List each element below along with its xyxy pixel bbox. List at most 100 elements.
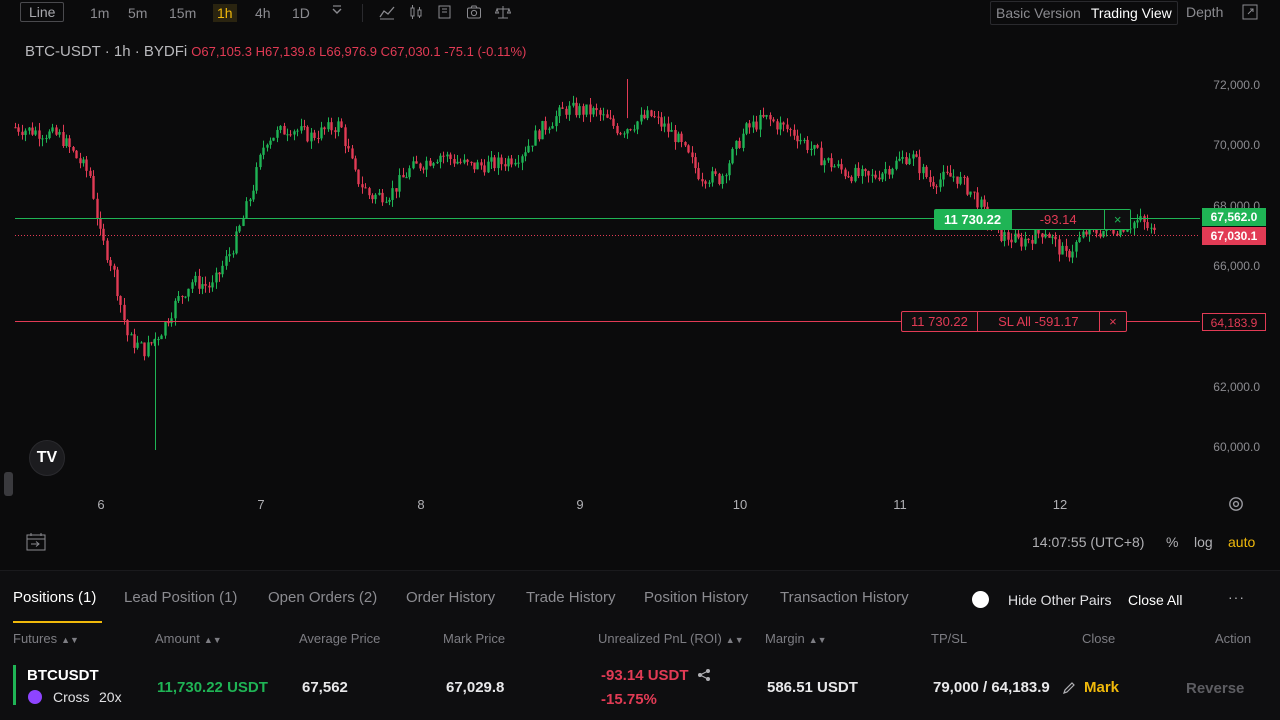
candle-body [398,175,401,192]
column-header: Mark Price [443,631,506,646]
candle-body [555,116,558,127]
close-mark-button[interactable]: Mark [1084,679,1119,696]
candle-body [697,168,700,180]
candle-body [75,150,78,159]
date-range-icon[interactable] [25,532,47,552]
leverage[interactable]: 20x [99,689,122,705]
candle-body [164,321,167,336]
candle-body [476,162,479,170]
tab-open-orders[interactable]: Open Orders (2) [268,589,377,606]
candle-body [385,201,388,203]
candle-body [578,106,581,116]
candle-body [28,127,31,131]
candle-body [92,175,95,199]
candle-body [1014,233,1017,243]
candle-body [55,127,58,135]
candle-body [772,119,775,122]
time-axis-label: 6 [97,497,104,512]
position-symbol[interactable]: BTCUSDT [27,667,99,684]
chart-type-button[interactable]: Line [20,2,65,22]
candle-body [79,158,82,164]
reverse-button[interactable]: Reverse [1186,680,1244,697]
timeframe-5m[interactable]: 5m [124,4,151,22]
entry-price-tag: 67,562.0 [1202,208,1266,226]
candle-body [565,108,568,115]
candle-body [793,129,796,136]
tab-order-history[interactable]: Order History [406,589,495,606]
column-header[interactable]: Futures ▲▼ [13,631,79,646]
candle-body [14,127,17,129]
candle-body [837,164,840,167]
candle-body [935,186,938,188]
timeframe-1d[interactable]: 1D [288,4,314,22]
indicator-icon[interactable] [379,4,395,20]
camera-icon[interactable] [466,4,482,20]
stop-loss-amount[interactable]: 11 730.22 [902,312,978,331]
auto-scale-toggle[interactable]: auto [1228,534,1255,550]
hide-other-pairs-toggle[interactable] [972,591,989,608]
candle-body [687,145,690,153]
candle-body [643,114,646,119]
percent-scale-toggle[interactable]: % [1166,534,1178,550]
tab-positions[interactable]: Positions (1) [13,589,96,606]
candle-body [89,170,92,176]
log-scale-toggle[interactable]: log [1194,534,1213,550]
candle-body [799,139,802,142]
cancel-stop-loss-icon[interactable]: × [1100,312,1126,331]
timeframe-1m[interactable]: 1m [86,4,113,22]
tab-lead-position[interactable]: Lead Position (1) [124,589,237,606]
depth-tab[interactable]: Depth [1186,4,1223,20]
candle-body [942,171,945,180]
candle-body [976,192,979,208]
position-amount[interactable]: 11 730.22 [934,209,1012,230]
candle-body [830,158,833,168]
candle-body [599,110,602,115]
table-row[interactable]: BTCUSDT Cross 20x 11,730.22 USDT 67,562 … [0,661,1280,711]
candlestick-chart[interactable]: 72,000.0 70,000.0 68,000.0 66,000.0 62,0… [0,60,1280,560]
candle-body [884,169,887,174]
candle-body [167,321,170,324]
candle-body [606,114,609,118]
trading-view-tab[interactable]: Trading View [1086,5,1177,21]
sort-icon: ▲▼ [808,635,827,645]
tpsl-cell: 79,000 / 64,183.9 [933,679,1050,696]
candle-body [48,131,51,139]
candle-body [779,122,782,130]
candle-body [776,121,779,130]
scale-icon[interactable] [494,4,512,20]
share-icon[interactable] [697,668,711,682]
close-all-button[interactable]: Close All [1128,592,1182,608]
timeframe-15m[interactable]: 15m [165,4,200,22]
template-icon[interactable] [437,4,453,20]
candle-body [340,121,343,128]
time-axis-label: 11 [893,497,907,512]
column-header[interactable]: Unrealized PnL (ROI) ▲▼ [598,631,744,646]
candle-body [878,177,881,180]
tab-transaction-history[interactable]: Transaction History [780,589,909,606]
candle-body [810,148,813,150]
margin-mode[interactable]: Cross [53,689,90,705]
more-icon[interactable]: ··· [1228,589,1245,605]
tradingview-logo[interactable]: TV [29,440,65,476]
stop-loss-text[interactable]: SL All -591.17 [978,312,1100,331]
timeframe-4h[interactable]: 4h [251,4,275,22]
candle-body [653,116,656,118]
candle-style-icon[interactable] [408,4,424,20]
timeframe-1h[interactable]: 1h [213,4,237,22]
tab-trade-history[interactable]: Trade History [526,589,615,606]
gear-icon[interactable] [1228,496,1244,512]
candle-body [1003,232,1006,241]
tab-position-history[interactable]: Position History [644,589,748,606]
column-header[interactable]: Margin ▲▼ [765,631,827,646]
price-axis-label: 72,000.0 [1213,78,1260,92]
candle-body [796,135,799,142]
close-position-icon[interactable]: × [1105,209,1132,230]
basic-version-tab[interactable]: Basic Version [991,5,1086,21]
candle-body [633,129,636,131]
candle-body [932,182,935,187]
edit-icon[interactable] [1062,681,1076,695]
column-header[interactable]: Amount ▲▼ [155,631,222,646]
chart-scroll-handle[interactable] [4,472,13,496]
fullscreen-icon[interactable] [1242,4,1258,20]
chevron-down-icon[interactable] [329,4,345,20]
